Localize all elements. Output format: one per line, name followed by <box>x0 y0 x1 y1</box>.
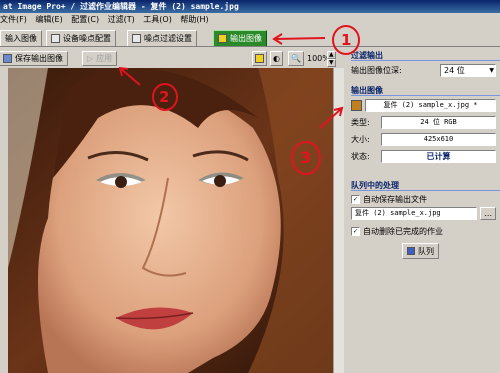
annotation-number-1: 1 <box>341 31 352 49</box>
annotation-arrow-1 <box>272 33 326 45</box>
annotation-number-3: 3 <box>300 148 312 167</box>
annotation-layer <box>118 25 360 175</box>
annotation-arrow-3 <box>319 106 344 129</box>
annotation-arrow-2 <box>118 66 141 86</box>
annotation-number-2: 2 <box>159 88 170 106</box>
